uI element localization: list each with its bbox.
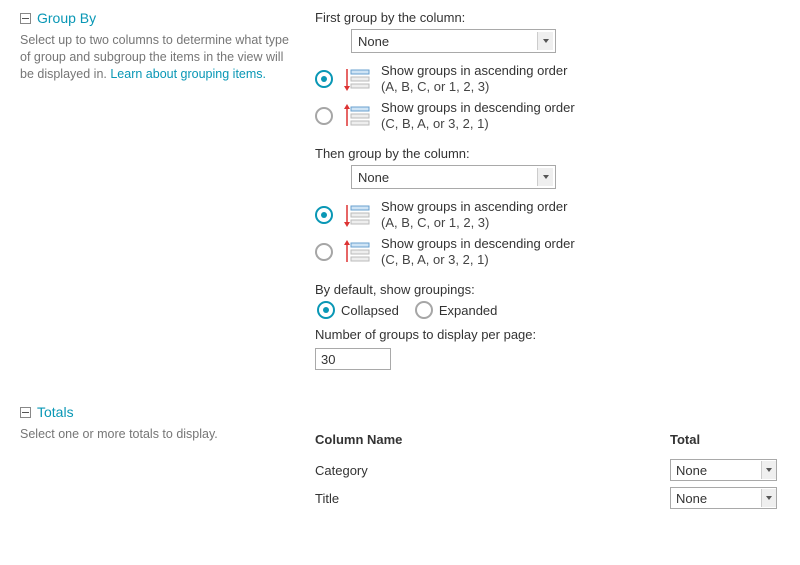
table-row: Title None bbox=[315, 487, 780, 509]
first-group-ascending-option[interactable]: Show groups in ascending order (A, B, C,… bbox=[315, 63, 780, 96]
chevron-down-icon bbox=[537, 32, 553, 50]
radio-icon[interactable] bbox=[315, 70, 333, 88]
chevron-down-icon bbox=[761, 489, 776, 507]
totals-header-total: Total bbox=[670, 432, 780, 447]
totals-dropdown-value: None bbox=[676, 491, 707, 506]
expanded-radio[interactable] bbox=[415, 301, 433, 319]
num-groups-block: Number of groups to display per page: bbox=[315, 327, 780, 370]
asc-hint: (A, B, C, or 1, 2, 3) bbox=[381, 79, 567, 95]
first-desc-text: Show groups in descending order (C, B, A… bbox=[381, 100, 575, 133]
default-groupings-label: By default, show groupings: bbox=[315, 282, 780, 297]
then-desc-text: Show groups in descending order (C, B, A… bbox=[381, 236, 575, 269]
chevron-down-icon bbox=[761, 461, 776, 479]
then-asc-text: Show groups in ascending order (A, B, C,… bbox=[381, 199, 567, 232]
sort-ascending-icon bbox=[343, 201, 371, 229]
totals-dropdown-value: None bbox=[676, 463, 707, 478]
learn-link[interactable]: Learn about grouping items. bbox=[110, 67, 266, 81]
group-by-form: First group by the column: None bbox=[315, 10, 780, 384]
collapsed-radio[interactable] bbox=[317, 301, 335, 319]
totals-dropdown[interactable]: None bbox=[670, 459, 777, 481]
totals-title: Totals bbox=[37, 404, 74, 420]
totals-table: Column Name Total Category None Title No… bbox=[315, 404, 780, 515]
totals-left: Totals Select one or more totals to disp… bbox=[20, 404, 315, 515]
desc-hint: (C, B, A, or 3, 2, 1) bbox=[381, 252, 575, 268]
asc-label: Show groups in ascending order bbox=[381, 63, 567, 78]
num-groups-input[interactable] bbox=[315, 348, 391, 370]
asc-label: Show groups in ascending order bbox=[381, 199, 567, 214]
sort-descending-icon bbox=[343, 238, 371, 266]
totals-description: Select one or more totals to display. bbox=[20, 426, 295, 443]
totals-col-name: Category bbox=[315, 463, 670, 478]
then-group-dropdown[interactable]: None bbox=[351, 165, 556, 189]
group-by-heading[interactable]: Group By bbox=[20, 10, 295, 26]
totals-col-name: Title bbox=[315, 491, 670, 506]
group-by-left: Group By Select up to two columns to det… bbox=[20, 10, 315, 384]
first-group-value: None bbox=[358, 34, 389, 49]
totals-heading[interactable]: Totals bbox=[20, 404, 295, 420]
first-group-label: First group by the column: bbox=[315, 10, 780, 25]
collapsed-label: Collapsed bbox=[341, 303, 399, 318]
sort-ascending-icon bbox=[343, 65, 371, 93]
collapse-icon[interactable] bbox=[20, 13, 31, 24]
default-groupings-block: By default, show groupings: Collapsed Ex… bbox=[315, 282, 780, 319]
sort-descending-icon bbox=[343, 102, 371, 130]
radio-icon[interactable] bbox=[315, 243, 333, 261]
default-groupings-options: Collapsed Expanded bbox=[315, 301, 780, 319]
first-group-block: First group by the column: None bbox=[315, 10, 780, 132]
totals-header-row: Column Name Total bbox=[315, 432, 780, 447]
then-group-ascending-option[interactable]: Show groups in ascending order (A, B, C,… bbox=[315, 199, 780, 232]
first-asc-text: Show groups in ascending order (A, B, C,… bbox=[381, 63, 567, 96]
radio-icon[interactable] bbox=[315, 206, 333, 224]
expanded-label: Expanded bbox=[439, 303, 498, 318]
first-group-descending-option[interactable]: Show groups in descending order (C, B, A… bbox=[315, 100, 780, 133]
group-by-description: Select up to two columns to determine wh… bbox=[20, 32, 295, 83]
first-group-dropdown[interactable]: None bbox=[351, 29, 556, 53]
asc-hint: (A, B, C, or 1, 2, 3) bbox=[381, 215, 567, 231]
group-by-title: Group By bbox=[37, 10, 96, 26]
num-groups-label: Number of groups to display per page: bbox=[315, 327, 780, 342]
group-by-section: Group By Select up to two columns to det… bbox=[20, 10, 780, 384]
totals-dropdown[interactable]: None bbox=[670, 487, 777, 509]
then-group-label: Then group by the column: bbox=[315, 146, 780, 161]
chevron-down-icon bbox=[537, 168, 553, 186]
radio-icon[interactable] bbox=[315, 107, 333, 125]
collapse-icon[interactable] bbox=[20, 407, 31, 418]
totals-section: Totals Select one or more totals to disp… bbox=[20, 404, 780, 515]
then-group-block: Then group by the column: None bbox=[315, 146, 780, 268]
then-group-value: None bbox=[358, 170, 389, 185]
desc-hint: (C, B, A, or 3, 2, 1) bbox=[381, 116, 575, 132]
table-row: Category None bbox=[315, 459, 780, 481]
desc-label: Show groups in descending order bbox=[381, 100, 575, 115]
totals-header-column-name: Column Name bbox=[315, 432, 670, 447]
then-group-descending-option[interactable]: Show groups in descending order (C, B, A… bbox=[315, 236, 780, 269]
desc-label: Show groups in descending order bbox=[381, 236, 575, 251]
